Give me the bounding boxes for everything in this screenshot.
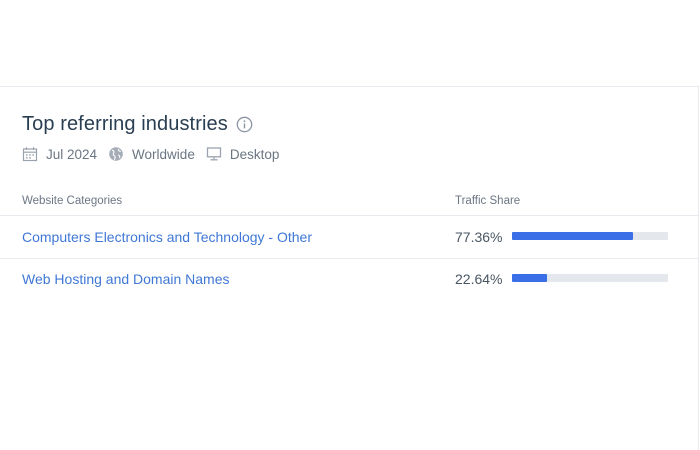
- page-top-area: [0, 0, 700, 86]
- region-filter: Worldwide: [108, 146, 195, 162]
- top-referring-industries-card: Top referring industries Jul 2024 Worldw…: [0, 86, 699, 450]
- column-header-categories: Website Categories: [22, 195, 123, 207]
- device-filter-label: Desktop: [229, 146, 280, 162]
- date-filter: Jul 2024: [22, 146, 97, 162]
- traffic-share-bar-fill: [512, 274, 548, 282]
- table-header: Website Categories Traffic Share: [0, 193, 699, 216]
- card-header: Top referring industries: [22, 113, 254, 136]
- calendar-icon: [22, 147, 38, 162]
- table-row: Web Hosting and Domain Names 22.64%: [0, 258, 699, 300]
- info-icon[interactable]: [236, 116, 254, 134]
- globe-icon: [109, 147, 123, 161]
- card-title: Top referring industries: [22, 113, 228, 135]
- column-header-traffic-share: Traffic Share: [455, 195, 521, 207]
- category-link[interactable]: Computers Electronics and Technology - O…: [22, 229, 312, 245]
- region-filter-label: Worldwide: [132, 146, 195, 162]
- traffic-share-bar-fill: [512, 232, 633, 240]
- traffic-share-bar: [512, 274, 668, 282]
- date-filter-label: Jul 2024: [46, 146, 98, 162]
- traffic-share-value: 22.64%: [455, 271, 503, 287]
- traffic-share-value: 77.36%: [455, 229, 503, 245]
- device-filter: Desktop: [206, 146, 280, 162]
- table-row: Computers Electronics and Technology - O…: [0, 216, 699, 259]
- desktop-icon: [206, 147, 221, 161]
- traffic-share-bar: [512, 232, 668, 240]
- filter-bar: Jul 2024 Worldwide Desktop: [22, 146, 290, 162]
- category-link[interactable]: Web Hosting and Domain Names: [22, 271, 230, 287]
